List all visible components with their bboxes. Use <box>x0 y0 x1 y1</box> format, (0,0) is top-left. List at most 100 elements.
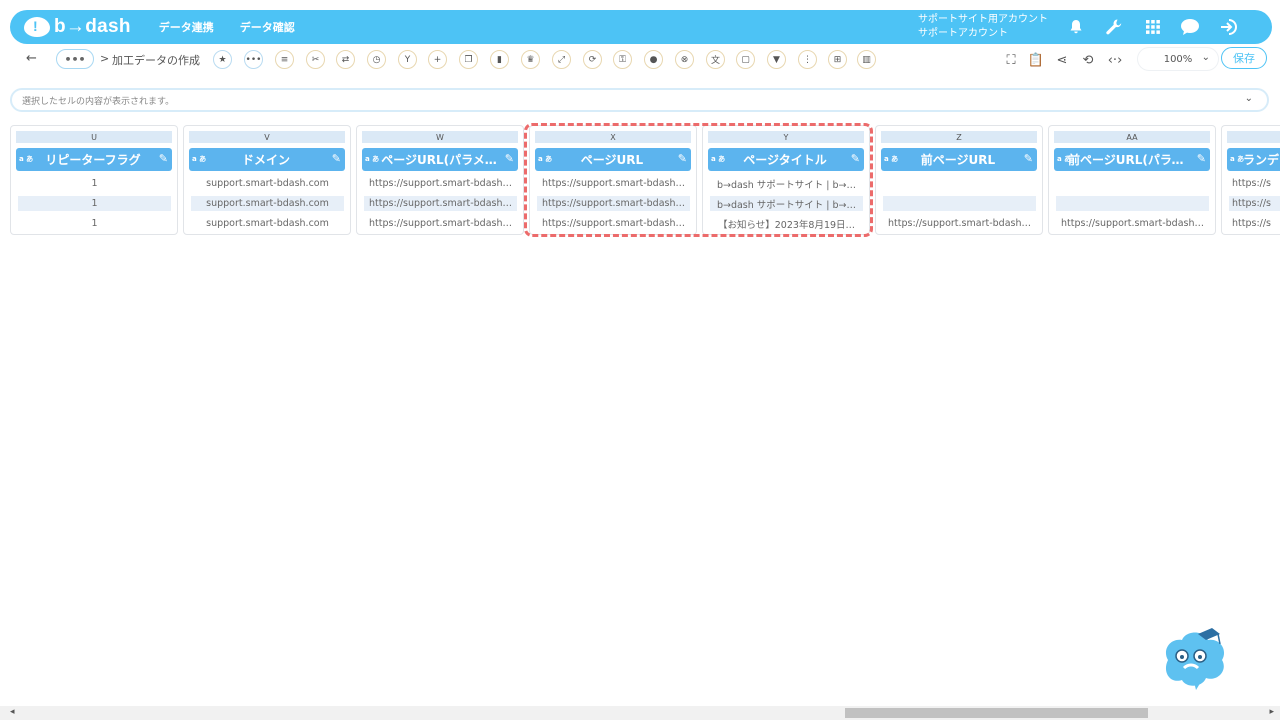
table-cell[interactable]: 1 <box>18 176 171 191</box>
column-header-label: ページURL <box>580 153 644 167</box>
chevron-down-icon[interactable]: ⌄ <box>1245 93 1253 104</box>
table-cell[interactable]: https://support.smart-bdash… <box>537 176 690 191</box>
logout-icon[interactable] <box>1219 17 1239 37</box>
table-cell[interactable]: 1 <box>18 216 171 231</box>
column-card[interactable]: X a あ ページURL ✎ https://support.smart-bda… <box>529 125 697 235</box>
column-header[interactable]: a あ ページURL(パラメ… ✎ <box>362 148 518 171</box>
cancel-icon[interactable]: ⊗ <box>675 50 694 69</box>
table-cell[interactable] <box>1056 176 1209 191</box>
repeat-icon[interactable]: ⟳ <box>583 50 602 69</box>
column-header[interactable]: a あ ページタイトル ✎ <box>708 148 864 171</box>
account-info[interactable]: サポートサイト用アカウント サポートアカウント <box>918 13 1048 41</box>
column-card[interactable]: U a あ リピーターフラグ ✎ 1 1 1 <box>10 125 178 235</box>
table-cell[interactable]: 【お知らせ】2023年8月19日… <box>710 216 863 231</box>
merge-icon[interactable]: Y <box>398 50 417 69</box>
bdash-logo[interactable]: b→dash <box>24 16 131 38</box>
list-icon[interactable]: ≡ <box>275 50 294 69</box>
timer-icon[interactable]: ◷ <box>367 50 386 69</box>
pencil-icon[interactable]: ✎ <box>332 152 341 165</box>
column-header[interactable]: a あ 前ページURL(パラメ… ✎ <box>1054 148 1210 171</box>
column-card[interactable]: AA a あ 前ページURL(パラメ… ✎ https://support.sm… <box>1048 125 1216 235</box>
table-cell[interactable] <box>883 196 1036 211</box>
column-card[interactable]: W a あ ページURL(パラメ… ✎ https://support.smar… <box>356 125 524 235</box>
table-cell[interactable]: b→dash サポートサイト | b→… <box>710 196 863 211</box>
crown-icon[interactable]: ♛ <box>521 50 540 69</box>
share-icon[interactable]: ⋖ <box>1053 51 1071 69</box>
column-header[interactable]: a あ ドメイン ✎ <box>189 148 345 171</box>
column-header-label: リピーターフラグ <box>45 153 141 167</box>
cell-content-bar[interactable]: 選択したセルの内容が表示されます。 ⌄ <box>10 88 1269 112</box>
table-cell[interactable]: https://support.smart-bdash… <box>364 196 517 211</box>
frame-icon[interactable]: ▢ <box>736 50 755 69</box>
filter-icon[interactable]: ▼ <box>767 50 786 69</box>
copy-icon[interactable]: ❐ <box>459 50 478 69</box>
column-header[interactable]: a あ リピーターフラグ ✎ <box>16 148 172 171</box>
nav-data-check[interactable]: データ確認 <box>240 19 295 35</box>
column-icon[interactable]: ▥ <box>857 50 876 69</box>
account-user-name: サポートアカウント <box>918 28 1008 39</box>
fullscreen-icon[interactable]: ⛶ <box>1002 51 1020 69</box>
swap-icon[interactable]: ⇄ <box>336 50 355 69</box>
table-cell[interactable]: https://s <box>1229 196 1280 211</box>
column-letter: AA <box>1054 131 1210 143</box>
column-card[interactable]: Y a あ ページタイトル ✎ b→dash サポートサイト | b→… b→d… <box>702 125 870 235</box>
pencil-icon[interactable]: ✎ <box>1024 152 1033 165</box>
breadcrumb-separator: > <box>100 52 110 65</box>
wrench-icon[interactable] <box>1104 17 1124 37</box>
mascot-helper-icon[interactable] <box>1160 626 1230 692</box>
lock-icon[interactable]: ⚿ <box>613 50 632 69</box>
column-card[interactable]: Z a あ 前ページURL ✎ https://support.smart-bd… <box>875 125 1043 235</box>
table-cell[interactable]: b→dash サポートサイト | b→… <box>710 176 863 191</box>
history-icon[interactable]: ⟲ <box>1079 51 1097 69</box>
table-cell[interactable]: https://support.smart-bdash… <box>1056 216 1209 231</box>
column-header[interactable]: a あ 前ページURL ✎ <box>881 148 1037 171</box>
scrollbar-thumb[interactable] <box>845 708 1148 718</box>
grid-icon[interactable] <box>1143 17 1163 37</box>
more-icon[interactable]: ••• <box>244 50 263 69</box>
nav-data-integration[interactable]: データ連携 <box>159 19 214 35</box>
horizontal-scrollbar[interactable]: ◂ ▸ <box>0 706 1280 720</box>
table-icon[interactable]: ⊞ <box>828 50 847 69</box>
table-cell[interactable] <box>883 176 1036 191</box>
table-cell[interactable]: https://support.smart-bdash… <box>537 216 690 231</box>
table-cell[interactable]: support.smart-bdash.com <box>191 216 344 231</box>
split-icon[interactable]: ⋮ <box>798 50 817 69</box>
plus-icon[interactable]: + <box>428 50 447 69</box>
pencil-icon[interactable]: ✎ <box>159 152 168 165</box>
table-cell[interactable]: https://support.smart-bdash… <box>883 216 1036 231</box>
column-card[interactable]: a あ ランデ https://s https://s https://s <box>1221 125 1280 235</box>
expand-icon[interactable]: ⤢ <box>552 50 571 69</box>
scroll-left-icon[interactable]: ◂ <box>10 707 15 717</box>
chat-icon[interactable] <box>1180 17 1200 37</box>
save-button[interactable]: 保存 <box>1221 47 1267 69</box>
pencil-icon[interactable]: ✎ <box>678 152 687 165</box>
scissors-icon[interactable]: ✂ <box>306 50 325 69</box>
scroll-right-icon[interactable]: ▸ <box>1269 707 1274 717</box>
pencil-icon[interactable]: ✎ <box>1197 152 1206 165</box>
translate-icon[interactable]: 文 <box>706 50 725 69</box>
zoom-select[interactable]: 100% ⌄ <box>1138 48 1218 70</box>
breadcrumb-more-button[interactable]: ••• <box>56 49 94 69</box>
star-icon[interactable]: ★ <box>213 50 232 69</box>
table-cell[interactable]: support.smart-bdash.com <box>191 176 344 191</box>
pencil-icon[interactable]: ✎ <box>505 152 514 165</box>
bell-icon[interactable] <box>1066 17 1086 37</box>
table-cell[interactable]: https://support.smart-bdash… <box>364 216 517 231</box>
table-cell[interactable] <box>1056 196 1209 211</box>
code-icon[interactable]: ‹·› <box>1104 51 1126 69</box>
trash-icon[interactable]: ▮ <box>490 50 509 69</box>
table-cell[interactable]: https://support.smart-bdash… <box>364 176 517 191</box>
table-cell[interactable]: 1 <box>18 196 171 211</box>
table-cell[interactable]: https://s <box>1229 216 1280 231</box>
table-cell[interactable]: https://support.smart-bdash… <box>537 196 690 211</box>
table-cell[interactable]: support.smart-bdash.com <box>191 196 344 211</box>
column-header[interactable]: a あ ランデ <box>1227 148 1280 171</box>
column-card[interactable]: V a あ ドメイン ✎ support.smart-bdash.com sup… <box>183 125 351 235</box>
back-arrow-icon[interactable]: ← <box>26 51 37 66</box>
bag-icon[interactable]: ● <box>644 50 663 69</box>
column-letter: Z <box>881 131 1037 143</box>
column-header[interactable]: a あ ページURL ✎ <box>535 148 691 171</box>
table-cell[interactable]: https://s <box>1229 176 1280 191</box>
clipboard-icon[interactable]: 📋 <box>1027 51 1045 69</box>
pencil-icon[interactable]: ✎ <box>851 152 860 165</box>
